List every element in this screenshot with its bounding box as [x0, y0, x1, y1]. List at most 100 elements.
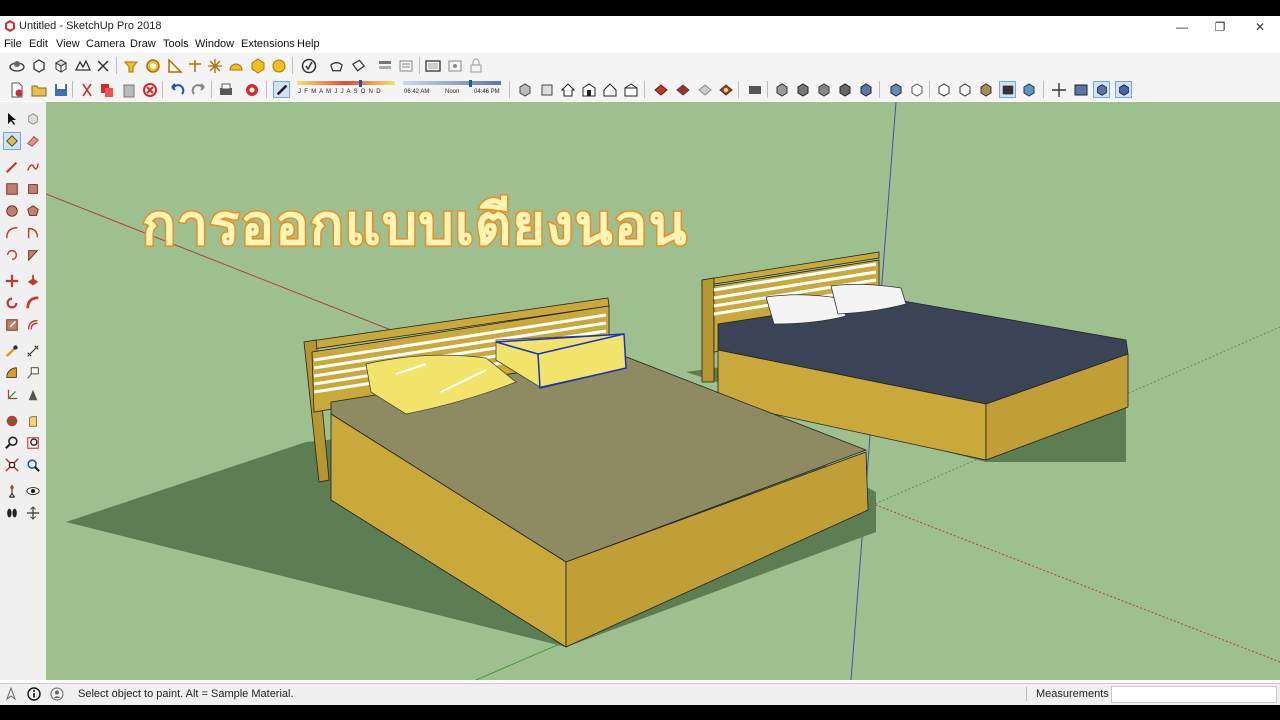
menu-window[interactable]: Window [195, 38, 234, 50]
move-icon[interactable] [3, 272, 21, 290]
restore-button[interactable]: ❐ [1198, 16, 1242, 38]
walk-icon[interactable] [3, 504, 21, 522]
dimension-icon[interactable] [24, 342, 42, 360]
line-pencil-icon[interactable] [3, 158, 21, 176]
new-file-icon[interactable] [8, 81, 25, 98]
look-around-icon[interactable] [24, 482, 42, 500]
share-model-icon[interactable] [674, 81, 691, 98]
three-point-arc-icon[interactable] [24, 246, 42, 264]
menu-extensions[interactable]: Extensions [241, 38, 295, 50]
follow-me-icon[interactable] [24, 294, 42, 312]
menu-draw[interactable]: Draw [130, 38, 156, 50]
freehand-icon[interactable] [24, 158, 42, 176]
menu-view[interactable]: View [56, 38, 80, 50]
follow-me-icon[interactable] [249, 57, 266, 74]
month-slider-thumb[interactable] [359, 80, 362, 87]
time-slider-thumb[interactable] [469, 80, 472, 87]
teapot-icon[interactable] [328, 57, 345, 74]
section-icon[interactable] [446, 57, 463, 74]
fog-icon[interactable] [1020, 81, 1037, 98]
axes-icon[interactable] [186, 57, 203, 74]
scissors-icon[interactable] [94, 57, 111, 74]
copy-icon[interactable] [98, 81, 115, 98]
polygon-icon[interactable] [24, 202, 42, 220]
style-icon[interactable] [300, 57, 317, 74]
axes-icon[interactable] [3, 386, 21, 404]
circle-icon[interactable] [3, 202, 21, 220]
paint-bucket-icon[interactable] [3, 132, 21, 150]
model-info-icon[interactable] [243, 81, 260, 98]
make-component-icon[interactable] [24, 110, 42, 128]
menu-tools[interactable]: Tools [163, 38, 189, 50]
undo-icon[interactable] [168, 81, 185, 98]
front-view-icon[interactable] [559, 81, 576, 98]
measurements-input[interactable] [1111, 686, 1277, 703]
component-icon[interactable] [30, 57, 47, 74]
print-icon[interactable] [217, 81, 234, 98]
model-viewport[interactable]: การออกแบบเตียงนอน [46, 102, 1280, 680]
push-pull-icon[interactable] [24, 272, 42, 290]
offset-icon[interactable] [24, 316, 42, 334]
zoom-icon[interactable] [3, 434, 21, 452]
user-account-icon[interactable] [50, 687, 64, 704]
shaded-icon[interactable] [857, 81, 874, 98]
camera-orbit-icon[interactable] [8, 57, 25, 74]
erase-icon[interactable] [141, 81, 158, 98]
extension-warehouse-icon[interactable] [717, 81, 734, 98]
sandbox-icon[interactable] [74, 57, 91, 74]
tape-measure-icon[interactable] [3, 342, 21, 360]
pie-icon[interactable] [24, 224, 42, 242]
arc-icon[interactable] [3, 224, 21, 242]
dimension-icon[interactable] [227, 57, 244, 74]
box-icon[interactable] [52, 57, 69, 74]
scale-icon[interactable] [3, 316, 21, 334]
paste-icon[interactable] [120, 81, 137, 98]
union-icon[interactable] [1093, 81, 1110, 98]
xray-style-icon[interactable] [773, 81, 790, 98]
solid-tools-icon[interactable] [1072, 81, 1089, 98]
protractor-icon[interactable] [3, 364, 21, 382]
paint-bucket-icon[interactable] [350, 57, 367, 74]
section-plane-tool-icon[interactable] [935, 81, 952, 98]
save-icon[interactable] [52, 81, 69, 98]
previous-view-icon[interactable] [24, 456, 42, 474]
left-view-icon[interactable] [622, 81, 639, 98]
shadows-icon[interactable] [270, 57, 287, 74]
display-section-icon[interactable] [956, 81, 973, 98]
select-icon[interactable] [122, 57, 139, 74]
rotate-icon[interactable] [3, 294, 21, 312]
section-cuts-icon[interactable] [977, 81, 994, 98]
eraser-icon[interactable] [24, 132, 42, 150]
warehouse-icon[interactable] [652, 81, 669, 98]
two-point-arc-icon[interactable] [3, 246, 21, 264]
rectangle-icon[interactable] [3, 180, 21, 198]
wireframe-icon[interactable] [815, 81, 832, 98]
protractor-icon[interactable] [166, 57, 183, 74]
shadow-toggle-icon[interactable] [273, 81, 290, 98]
pan-icon[interactable] [24, 412, 42, 430]
section-plane-icon[interactable] [24, 504, 42, 522]
right-view-icon[interactable] [580, 81, 597, 98]
top-view-icon[interactable] [538, 81, 555, 98]
back-edges-icon[interactable] [794, 81, 811, 98]
geo-location-icon[interactable] [5, 686, 17, 704]
menu-help[interactable]: Help [297, 38, 320, 50]
rotated-rectangle-icon[interactable] [24, 180, 42, 198]
shadow-time-slider[interactable]: 06:42 AM Noon 04:46 PM [403, 80, 501, 99]
share-component-icon[interactable] [696, 81, 713, 98]
select-arrow-icon[interactable] [3, 110, 21, 128]
iso-view-icon[interactable] [516, 81, 533, 98]
orbit-icon[interactable] [3, 412, 21, 430]
back-view-icon[interactable] [601, 81, 618, 98]
dock-arrows-icon[interactable] [1050, 81, 1067, 98]
info-icon[interactable] [27, 687, 41, 704]
close-button[interactable]: ✕ [1238, 16, 1280, 38]
outliner-icon[interactable] [397, 57, 414, 74]
position-camera-icon[interactable] [3, 482, 21, 500]
3d-text-icon[interactable] [24, 386, 42, 404]
lock-icon[interactable] [467, 57, 484, 74]
cut-icon[interactable] [78, 81, 95, 98]
star-icon[interactable] [206, 57, 223, 74]
layers-icon[interactable] [376, 57, 393, 74]
shadow-month-slider[interactable]: J F M A M J J A S O N D [297, 80, 395, 99]
